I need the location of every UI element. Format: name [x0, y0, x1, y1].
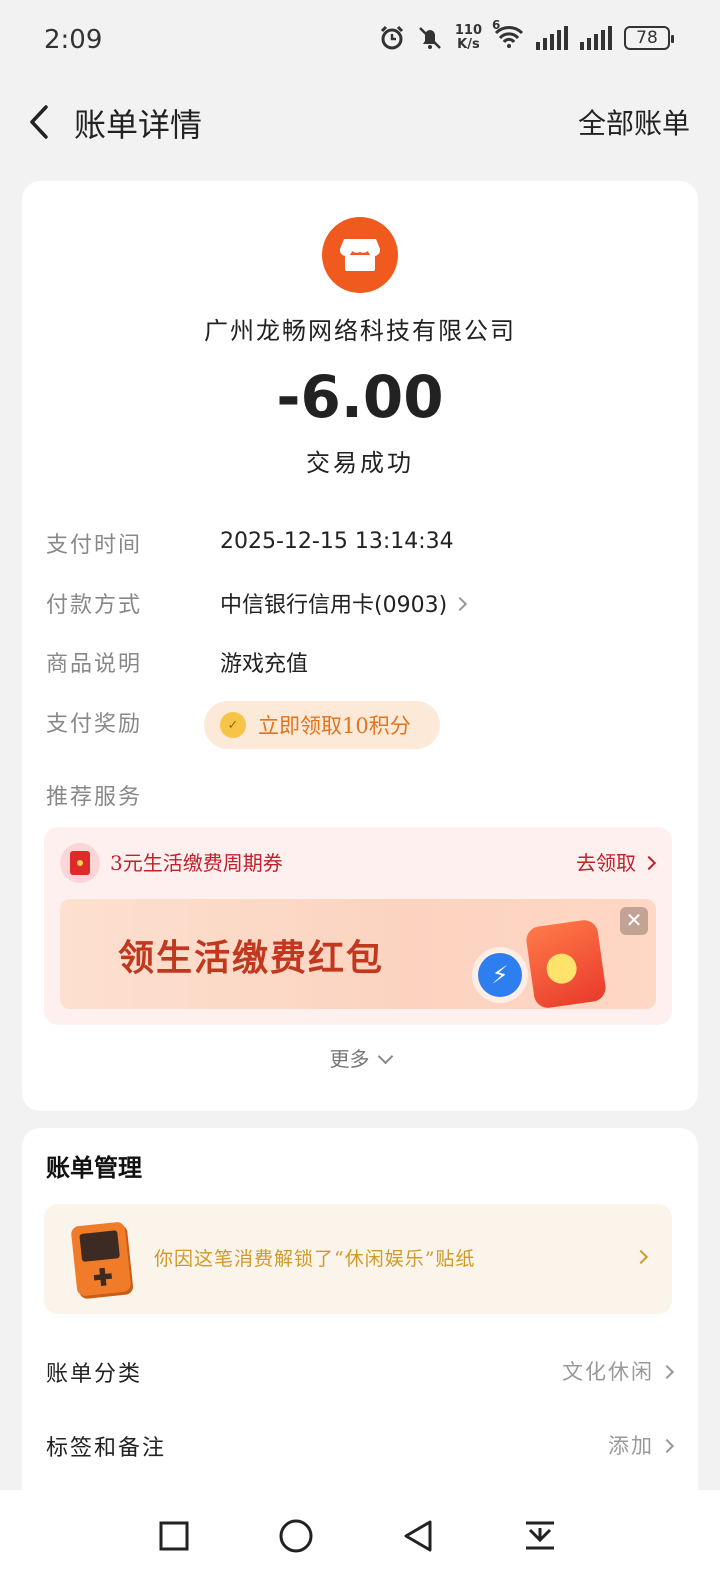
- back-arrow-icon[interactable]: [24, 104, 54, 140]
- close-icon[interactable]: ✕: [620, 907, 648, 935]
- red-envelope-icon: [524, 918, 608, 1009]
- page-title: 账单详情: [74, 106, 203, 144]
- sticker-text: 你因这笔消费解锁了“休闲娱乐”贴纸: [154, 1248, 476, 1270]
- recommend-label: 推荐服务: [46, 785, 143, 810]
- square-icon: [159, 1521, 189, 1551]
- banner-text: 领生活缴费红包: [118, 938, 385, 979]
- promo-title: 3元生活缴费周期券: [110, 851, 283, 875]
- item-desc-label: 商品说明: [46, 652, 143, 677]
- item-desc-value: 游戏充值: [220, 652, 309, 677]
- transaction-amount: -6.00: [276, 363, 444, 431]
- bill-management-card: 账单管理 你因这笔消费解锁了“休闲娱乐”贴纸 账单分类 文化休闲 标签和备注 添…: [22, 1128, 698, 1528]
- status-time: 2:09: [44, 25, 103, 55]
- chevron-right-icon: [659, 1364, 675, 1379]
- category-value: 文化休闲: [562, 1356, 675, 1386]
- circle-icon: [279, 1519, 313, 1553]
- header: 账单详情 全部账单: [0, 88, 720, 156]
- pay-method-label: 付款方式: [46, 593, 143, 618]
- tags-notes-value: 添加: [608, 1430, 675, 1460]
- chevron-right-icon: [633, 1249, 649, 1265]
- gameboy-sticker-icon: [70, 1221, 132, 1297]
- net-speed-value: 110: [454, 23, 482, 38]
- sticker-banner[interactable]: 你因这笔消费解锁了“休闲娱乐”贴纸: [44, 1204, 672, 1314]
- reward-label: 支付奖励: [46, 712, 143, 737]
- home-button[interactable]: [272, 1512, 320, 1560]
- wifi-icon: 6: [492, 18, 524, 52]
- triangle-back-icon: [404, 1520, 432, 1552]
- section-title: 账单管理: [46, 1153, 142, 1182]
- chevron-right-icon: [453, 596, 468, 612]
- alarm-icon: [380, 25, 403, 50]
- recent-apps-button[interactable]: [150, 1512, 198, 1560]
- promo-banner[interactable]: 领生活缴费红包 ⚡ ✕: [60, 899, 656, 1009]
- claim-points-button[interactable]: ✓ 立即领取10积分: [204, 701, 440, 749]
- category-value-text: 文化休闲: [562, 1360, 654, 1384]
- pay-time-label: 支付时间: [46, 533, 143, 558]
- category-label: 账单分类: [46, 1362, 143, 1387]
- tags-notes-value-text: 添加: [608, 1434, 654, 1458]
- pay-method-value[interactable]: 中信银行信用卡(0903): [220, 587, 468, 619]
- signal-icon-2: [580, 26, 612, 50]
- coin-icon: ✓: [220, 712, 246, 738]
- chevron-right-icon: [641, 855, 657, 870]
- lightning-icon: ⚡: [478, 953, 522, 997]
- transaction-status: 交易成功: [306, 449, 414, 477]
- transaction-card: 广州龙畅网络科技有限公司 -6.00 交易成功 支付时间 2025-12-15 …: [22, 181, 698, 1111]
- net-speed: 110 K/s: [455, 24, 482, 52]
- pull-down-button[interactable]: [516, 1512, 564, 1560]
- all-bills-link[interactable]: 全部账单: [578, 102, 690, 142]
- arrow-down-bar-icon: [526, 1521, 554, 1550]
- tags-notes-label: 标签和备注: [46, 1436, 167, 1461]
- red-packet-icon: [60, 843, 100, 883]
- pay-method-text: 中信银行信用卡(0903): [220, 593, 448, 618]
- merchant-name: 广州龙畅网络科技有限公司: [204, 317, 516, 345]
- net-type: 6: [492, 18, 501, 32]
- claim-points-label: 立即领取10积分: [258, 714, 411, 738]
- net-speed-unit: K/s: [457, 37, 480, 52]
- status-icons: 110 K/s 6 78: [379, 18, 674, 52]
- battery-icon: 78: [624, 26, 674, 50]
- promo-claim-link[interactable]: 去领取: [576, 847, 657, 876]
- chevron-right-icon: [659, 1438, 675, 1453]
- promo-claim-text: 去领取: [576, 851, 636, 875]
- pay-time-value: 2025-12-15 13:14:34: [220, 529, 454, 554]
- more-button[interactable]: 更多: [22, 1043, 698, 1072]
- mute-bell-icon: [418, 27, 441, 49]
- store-icon: [322, 217, 398, 293]
- back-button[interactable]: [394, 1512, 442, 1560]
- more-label: 更多: [329, 1047, 370, 1071]
- promo-card[interactable]: 3元生活缴费周期券 去领取 领生活缴费红包 ⚡ ✕: [44, 827, 672, 1025]
- status-bar: 2:09 110 K/s 6 78: [0, 0, 720, 80]
- battery-level: 78: [636, 28, 658, 48]
- chevron-down-icon: [377, 1048, 393, 1065]
- signal-icon: [536, 26, 568, 50]
- system-nav-bar: [0, 1490, 720, 1582]
